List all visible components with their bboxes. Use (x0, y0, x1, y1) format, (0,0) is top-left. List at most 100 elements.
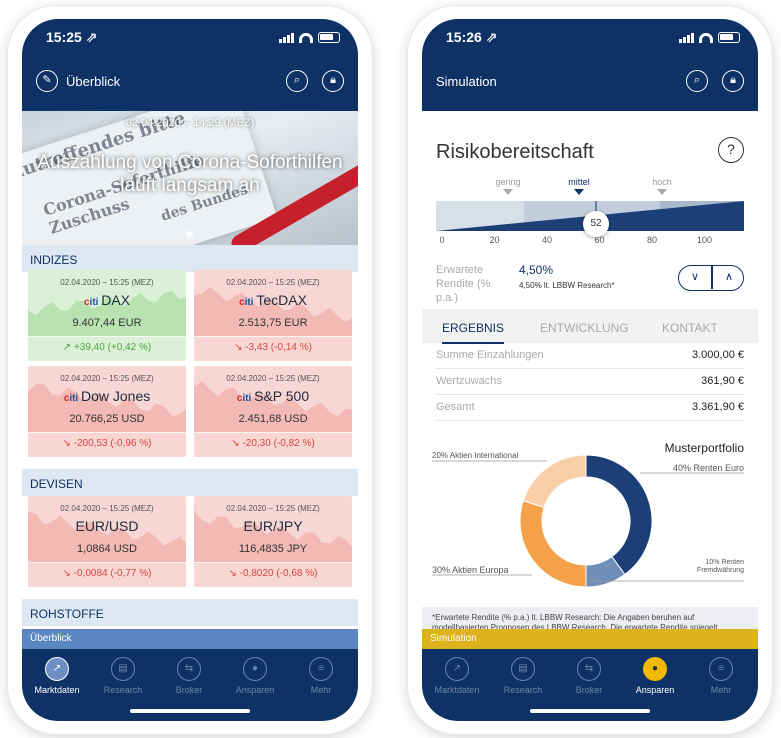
tile-value: 116,4835 JPY (238, 543, 308, 555)
return-label: Erwartete Rendite (% p.a.) (436, 264, 491, 304)
page-title: Simulation (436, 74, 497, 89)
search-icon[interactable]: ⌕ (286, 70, 308, 92)
app-bar: Simulation ⌕ 🔒︎ (436, 69, 744, 95)
market-tile[interactable]: 02.04.2020 – 15:25 (MEZ) citi TecDAX 2.513… (194, 270, 352, 361)
search-icon[interactable]: ⌕ (686, 70, 708, 92)
piggy-icon: ● (643, 657, 667, 681)
signal-icon (679, 32, 694, 43)
chevron-up-icon[interactable]: ∧ (713, 266, 745, 289)
tile-value: 2.513,75 EUR (238, 317, 308, 329)
screen-ueberblick: 15:25 ⇗ ✎ Überblick ⌕ 🔒︎ Zutreffendes bi… (22, 19, 358, 721)
tab-entwicklung[interactable]: ENTWICKLUNG (540, 321, 629, 335)
tile-value: 1,0864 USD (77, 543, 137, 555)
top-bar: 15:26 ⇗ Simulation ⌕ 🔒︎ (422, 19, 758, 111)
document-icon: ▤ (511, 657, 535, 681)
tile-change: ↗ +39,40 (+0,42 %) (28, 336, 186, 361)
tile-change: ↘ -0,0084 (-0,77 %) (28, 562, 186, 587)
return-value: 4,50% (519, 263, 554, 277)
tab-kontakt[interactable]: KONTAKT (662, 321, 718, 335)
phone-frame-left: 15:25 ⇗ ✎ Überblick ⌕ 🔒︎ Zutreffendes bi… (8, 6, 372, 734)
scale-tick-label: 40 (541, 235, 552, 245)
mini-bar[interactable]: Überblick (22, 629, 358, 649)
status-time: 15:25 ⇗ (46, 29, 98, 45)
tab-mehr[interactable]: ≡ Mehr (288, 657, 354, 695)
tab-marktdaten[interactable]: ↗ Marktdaten (24, 657, 90, 695)
section-devisen: DEVISEN (22, 469, 358, 496)
tab-ergebnis[interactable]: ERGEBNIS (442, 321, 504, 344)
top-bar: 15:25 ⇗ ✎ Überblick ⌕ 🔒︎ (22, 19, 358, 111)
news-hero[interactable]: Zutreffendes bitte Corona-Soforthilfe Zu… (22, 111, 358, 245)
market-tile[interactable]: 02.04.2020 – 15:25 (MEZ) citi DAX 9.407,44… (28, 270, 186, 361)
section-rohstoffe: ROHSTOFFE (22, 599, 358, 626)
tab-bar: ≡ Mehr ● Ansparen ⇆ Broker ▤ Research ↗ Marktdate… (422, 649, 758, 721)
more-icon: ≡ (709, 657, 733, 681)
tile-change: ↘ -200,53 (-0,96 %) (28, 432, 186, 457)
tab-research[interactable]: ▤ Research (490, 657, 556, 695)
carousel-dot[interactable] (187, 231, 193, 237)
tile-date: 02.04.2020 – 15:25 (MEZ) (60, 278, 154, 287)
market-tile[interactable]: 02.04.2020 – 15:25 (MEZ) EUR/JPY 116,4835 … (194, 496, 352, 587)
help-icon[interactable]: ? (718, 137, 744, 163)
transfer-icon: ⇆ (577, 657, 601, 681)
tab-broker[interactable]: ⇆ Broker (556, 657, 622, 695)
tile-change: ↘ -3,43 (-0,14 %) (194, 336, 352, 361)
tile-name: citi TecDAX (239, 292, 307, 308)
app-bar: ✎ Überblick ⌕ 🔒︎ (36, 69, 344, 95)
citi-logo: citi (239, 297, 257, 308)
phone-frame-right: 15:26 ⇗ Simulation ⌕ 🔒︎ Risikobereitscha… (408, 6, 772, 734)
tile-value: 9.407,44 EUR (72, 317, 142, 329)
tile-date: 02.04.2020 – 15:25 (MEZ) (60, 374, 154, 383)
tab-bar: ≡ Mehr ● Ansparen ⇆ Broker ▤ Research ↗ Marktdate… (22, 649, 358, 721)
market-tile[interactable]: 02.04.2020 – 15:25 (MEZ) citi S&P 500 2.45… (194, 366, 352, 457)
battery-icon (318, 32, 340, 43)
tile-name: EUR/JPY (243, 518, 303, 534)
status-bar: 15:26 ⇗ (446, 29, 740, 49)
risk-level-gering[interactable]: gering (488, 177, 528, 195)
lock-icon[interactable]: 🔒︎ (322, 70, 344, 92)
scale-tick-label: 100 (696, 235, 713, 245)
risk-level-mittel[interactable]: mittel (559, 177, 599, 195)
chart-icon: ↗ (445, 657, 469, 681)
market-tile[interactable]: 02.04.2020 – 15:25 (MEZ) EUR/USD 1,0864 US… (28, 496, 186, 587)
battery-icon (718, 32, 740, 43)
tile-value: 2.451,68 USD (238, 413, 308, 425)
result-row: Gesamt 3.361,90 € (436, 395, 744, 421)
tab-ansparen[interactable]: ● Ansparen (222, 657, 288, 695)
result-row: Summe Einzahlungen 3.000,00 € (436, 343, 744, 369)
citi-logo: citi (83, 297, 102, 308)
tile-name: citi DAX (83, 292, 131, 308)
page-title: Überblick (66, 74, 121, 89)
signal-icon (279, 32, 294, 43)
return-stepper[interactable]: ∨ ∧ (678, 265, 744, 291)
market-tile[interactable]: 02.04.2020 – 15:25 (MEZ) citi Dow Jones 20… (28, 366, 186, 457)
risk-level-hoch[interactable]: hoch (642, 177, 682, 195)
mini-bar[interactable]: Simulation (422, 629, 758, 649)
lock-icon[interactable]: 🔒︎ (722, 70, 744, 92)
news-timestamp: 02.04.2020 – 14:29 (MEZ) (125, 117, 255, 129)
scale-tick-label: 0 (439, 235, 445, 245)
citi-logo: citi (236, 393, 255, 404)
tab-mehr[interactable]: ≡ Mehr (688, 657, 754, 695)
tab-research[interactable]: ▤ Research (90, 657, 156, 695)
chevron-down-icon[interactable]: ∨ (679, 266, 711, 289)
transfer-icon: ⇆ (177, 657, 201, 681)
edit-icon[interactable]: ✎ (36, 70, 58, 92)
section-indizes: INDIZES (22, 245, 358, 272)
news-headline: Auszahlung von Corona-Soforthilfen läuft… (37, 152, 343, 196)
screen-simulation: 15:26 ⇗ Simulation ⌕ 🔒︎ Risikobereitscha… (422, 19, 758, 721)
citi-logo: citi (63, 393, 81, 404)
tab-marktdaten[interactable]: ↗ Marktdaten (424, 657, 490, 695)
tile-change: ↘ -0,8020 (-0,68 %) (194, 562, 352, 587)
tile-name: EUR/USD (75, 518, 139, 534)
scale-tick-label: 80 (646, 235, 657, 245)
tab-ansparen[interactable]: ● Ansparen (622, 657, 688, 695)
result-row: Wertzuwachs 361,90 € (436, 369, 744, 395)
tile-date: 02.04.2020 – 15:25 (MEZ) (60, 504, 154, 513)
home-indicator[interactable] (130, 709, 250, 713)
tile-date: 02.04.2020 – 15:25 (MEZ) (226, 374, 320, 383)
wifi-icon (699, 32, 713, 43)
home-indicator[interactable] (530, 709, 650, 713)
status-bar: 15:25 ⇗ (46, 29, 340, 49)
risk-slider-knob[interactable]: 52 (583, 211, 609, 237)
tab-broker[interactable]: ⇆ Broker (156, 657, 222, 695)
